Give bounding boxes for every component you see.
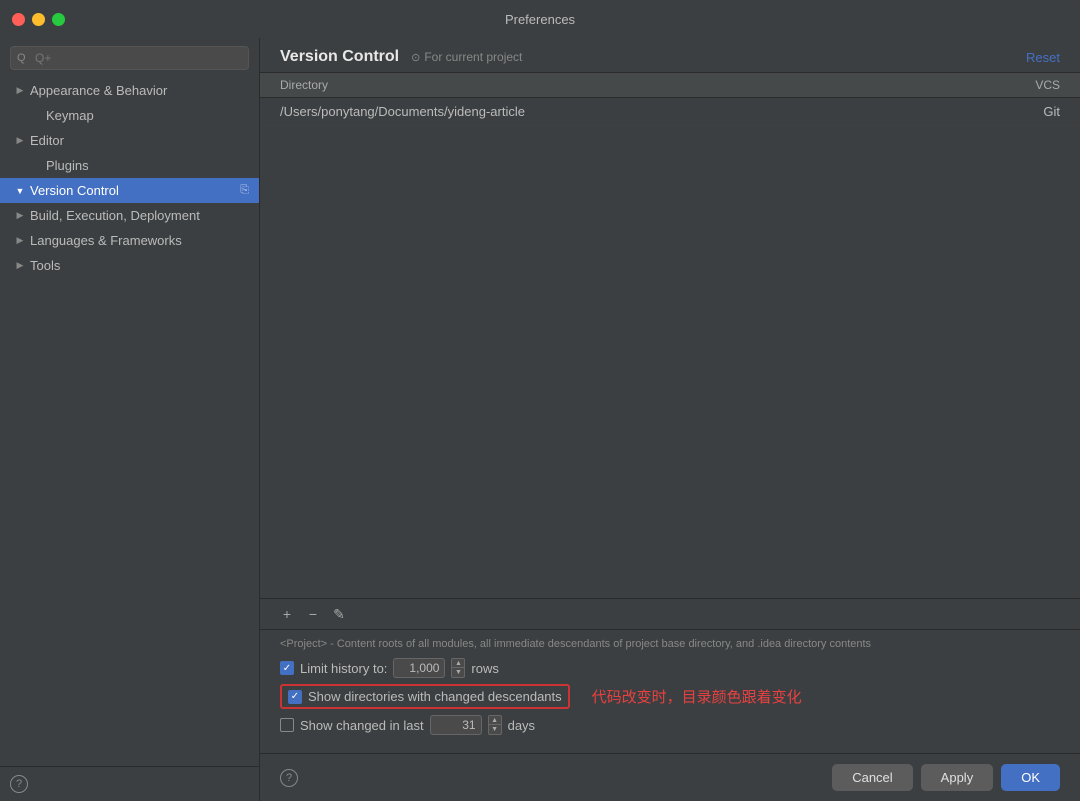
help-button[interactable]: ?	[10, 775, 28, 793]
show-changed-row: Show changed in last ▲ ▼ days	[280, 715, 1060, 735]
show-changed-input[interactable]	[430, 715, 482, 735]
sidebar-items: ▶ Appearance & Behavior Keymap ▶ Editor …	[0, 78, 259, 766]
close-button[interactable]	[12, 13, 25, 26]
main-panel: Version Control ⊙ For current project Re…	[260, 38, 1080, 801]
show-changed-label: Show changed in last	[300, 718, 424, 733]
limit-history-row: Limit history to: ▲ ▼ rows	[280, 658, 1060, 678]
chevron-right-icon: ▶	[14, 210, 26, 222]
limit-history-label: Limit history to:	[300, 661, 387, 676]
sidebar-item-plugins[interactable]: Plugins	[0, 153, 259, 178]
sidebar-item-label: Appearance & Behavior	[30, 83, 167, 98]
minimize-button[interactable]	[32, 13, 45, 26]
sidebar-item-label: Plugins	[46, 158, 89, 173]
project-note: <Project> - Content roots of all modules…	[280, 638, 1060, 650]
limit-history-checkbox[interactable]	[280, 661, 294, 675]
panel-title: Version Control	[280, 48, 399, 66]
show-directories-row: Show directories with changed descendant…	[280, 684, 1060, 709]
search-box[interactable]: Q	[10, 46, 249, 70]
content-area: Q ▶ Appearance & Behavior Keymap ▶ Edito…	[0, 38, 1080, 801]
preferences-window: Preferences Q ▶ Appearance & Behavior Ke…	[0, 0, 1080, 801]
sidebar-item-label: Languages & Frameworks	[30, 233, 182, 248]
show-changed-checkbox-wrap[interactable]: Show changed in last	[280, 718, 424, 733]
limit-history-checkbox-wrap[interactable]: Limit history to:	[280, 661, 387, 676]
vcs-table: Directory VCS /Users/ponytang/Documents/…	[260, 73, 1080, 598]
show-directories-checkbox[interactable]	[288, 690, 302, 704]
search-input[interactable]	[10, 46, 249, 70]
footer-right: Cancel Apply OK	[832, 764, 1060, 791]
sidebar-item-label: Tools	[30, 258, 60, 273]
sidebar-item-label: Build, Execution, Deployment	[30, 208, 200, 223]
cancel-button[interactable]: Cancel	[832, 764, 912, 791]
cell-directory: /Users/ponytang/Documents/yideng-article	[280, 104, 980, 119]
titlebar: Preferences	[0, 0, 1080, 38]
days-label: days	[508, 718, 535, 733]
help-icon[interactable]: ?	[280, 769, 298, 787]
chevron-right-icon: ▶	[14, 135, 26, 147]
sidebar-item-version-control[interactable]: ▼ Version Control ⎘	[0, 178, 259, 203]
spinner-up-button[interactable]: ▲	[488, 715, 502, 725]
chevron-down-icon: ▼	[14, 185, 26, 197]
limit-history-spinner: ▲ ▼	[451, 658, 465, 678]
apply-button[interactable]: Apply	[921, 764, 994, 791]
chevron-right-icon: ▶	[14, 260, 26, 272]
sidebar-item-label: Version Control	[30, 183, 119, 198]
sidebar-item-editor[interactable]: ▶ Editor	[0, 128, 259, 153]
spinner-down-button[interactable]: ▼	[451, 668, 465, 678]
chevron-right-icon: ▶	[14, 235, 26, 247]
window-title: Preferences	[505, 12, 575, 27]
chevron-placeholder	[30, 160, 42, 172]
table-header: Directory VCS	[260, 73, 1080, 98]
sidebar-bottom: ?	[0, 766, 259, 801]
panel-subtitle: ⊙ For current project	[411, 50, 522, 64]
panel-header-left: Version Control ⊙ For current project	[280, 48, 522, 66]
footer: ? Cancel Apply OK	[260, 753, 1080, 801]
table-body: /Users/ponytang/Documents/yideng-article…	[260, 98, 1080, 598]
maximize-button[interactable]	[52, 13, 65, 26]
project-icon: ⊙	[411, 51, 420, 64]
column-header-vcs: VCS	[980, 78, 1060, 92]
show-changed-spinner: ▲ ▼	[488, 715, 502, 735]
options-panel: <Project> - Content roots of all modules…	[260, 630, 1080, 753]
sidebar: Q ▶ Appearance & Behavior Keymap ▶ Edito…	[0, 38, 260, 801]
search-icon: Q	[17, 52, 26, 64]
panel-body: Directory VCS /Users/ponytang/Documents/…	[260, 73, 1080, 753]
sidebar-item-tools[interactable]: ▶ Tools	[0, 253, 259, 278]
copy-icon: ⎘	[240, 184, 249, 197]
cell-vcs: Git	[980, 104, 1060, 119]
show-changed-checkbox[interactable]	[280, 718, 294, 732]
panel-header: Version Control ⊙ For current project Re…	[260, 38, 1080, 73]
table-toolbar: + − ✎	[260, 598, 1080, 630]
edit-button[interactable]: ✎	[328, 603, 350, 625]
show-directories-checkbox-wrap[interactable]: Show directories with changed descendant…	[288, 689, 562, 704]
remove-button[interactable]: −	[302, 603, 324, 625]
sidebar-item-languages[interactable]: ▶ Languages & Frameworks	[0, 228, 259, 253]
sidebar-item-keymap[interactable]: Keymap	[0, 103, 259, 128]
sidebar-item-build[interactable]: ▶ Build, Execution, Deployment	[0, 203, 259, 228]
show-directories-label: Show directories with changed descendant…	[308, 689, 562, 704]
reset-button[interactable]: Reset	[1026, 50, 1060, 65]
add-button[interactable]: +	[276, 603, 298, 625]
limit-history-input[interactable]	[393, 658, 445, 678]
column-header-directory: Directory	[280, 78, 980, 92]
footer-left: ?	[280, 769, 298, 787]
annotation-text: 代码改变时，目录颜色跟着变化	[592, 686, 802, 707]
show-directories-highlight: Show directories with changed descendant…	[280, 684, 570, 709]
rows-label: rows	[471, 661, 498, 676]
ok-button[interactable]: OK	[1001, 764, 1060, 791]
spinner-up-button[interactable]: ▲	[451, 658, 465, 668]
spinner-down-button[interactable]: ▼	[488, 725, 502, 735]
sidebar-item-appearance[interactable]: ▶ Appearance & Behavior	[0, 78, 259, 103]
traffic-lights	[12, 13, 65, 26]
sidebar-item-label: Keymap	[46, 108, 94, 123]
table-row[interactable]: /Users/ponytang/Documents/yideng-article…	[260, 98, 1080, 126]
chevron-placeholder	[30, 110, 42, 122]
chevron-right-icon: ▶	[14, 85, 26, 97]
sidebar-item-label: Editor	[30, 133, 64, 148]
